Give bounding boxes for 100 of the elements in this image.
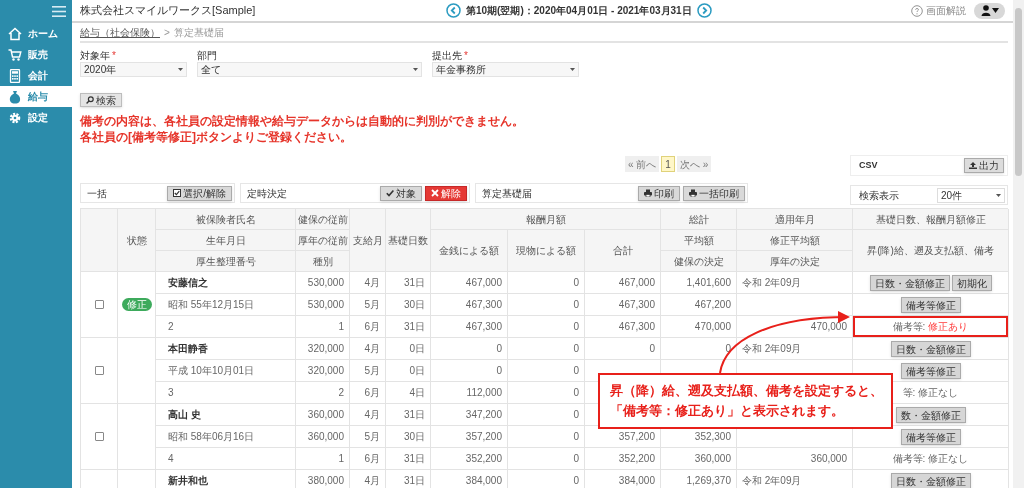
column-header: 健保の従前 <box>296 209 350 230</box>
search-icon <box>86 96 94 104</box>
scrollbar[interactable] <box>1013 0 1024 488</box>
help-link[interactable]: 画面解説 <box>911 3 966 18</box>
panel-label: 定時決定 <box>247 186 288 201</box>
table-cell: 令和 2年09月 <box>737 272 853 294</box>
table-cell: 0 <box>508 338 585 360</box>
table-cell: 6月 <box>350 316 386 338</box>
checkbox[interactable] <box>94 366 104 375</box>
checkbox[interactable] <box>94 432 104 441</box>
toolbar-button[interactable]: 対象 <box>380 185 422 201</box>
remark-text: 備考等: 修正なし <box>892 452 969 466</box>
field-label: 対象年 <box>80 48 110 63</box>
toolbar-button[interactable]: 印刷 <box>638 185 680 201</box>
table-cell: 0 <box>585 338 661 360</box>
user-menu-button[interactable] <box>974 2 1005 19</box>
table-cell: 0 <box>508 316 585 338</box>
breadcrumb-link[interactable]: 給与（社会保険） <box>80 24 160 40</box>
row-button[interactable]: 日数・金額修正 <box>869 274 950 291</box>
panel-label: 算定基礎届 <box>482 186 533 201</box>
column-header: 基礎日数、報酬月額修正 <box>853 209 1009 230</box>
chevron-left-icon[interactable] <box>446 3 461 18</box>
dropdown[interactable]: 20件 <box>937 187 1005 203</box>
column-header: 状態 <box>118 209 156 272</box>
table-cell: 1,269,370 <box>661 470 737 488</box>
money-bag-icon <box>8 89 22 104</box>
toolbar-button[interactable]: 解除 <box>425 185 467 201</box>
table-cell: 31日 <box>386 470 431 488</box>
table-cell: 0 <box>508 470 585 488</box>
table-cell: 30日 <box>386 294 431 316</box>
nav-item[interactable]: 販売 <box>0 44 72 65</box>
table-cell: 352,200 <box>585 448 661 470</box>
table-cell: 467,000 <box>431 272 508 294</box>
page-button[interactable]: 1 <box>661 156 675 172</box>
nav-item[interactable]: ホーム <box>0 23 72 44</box>
table-cell: 360,000 <box>661 448 737 470</box>
table-cell: 新井和也 <box>156 470 296 488</box>
row-button[interactable]: 初期化 <box>951 274 992 291</box>
nav-item[interactable]: 会計 <box>0 65 72 86</box>
nav-item[interactable]: 給与 <box>0 86 72 107</box>
row-button[interactable]: 日数・金額修正 <box>890 340 971 357</box>
column-header: 厚年の決定 <box>737 251 853 272</box>
table-cell: 380,000 <box>296 470 350 488</box>
table-cell: 467,300 <box>585 316 661 338</box>
table-cell: 467,000 <box>585 272 661 294</box>
caret-icon <box>991 8 999 13</box>
breadcrumb-separator: > <box>164 25 170 40</box>
home-icon <box>8 26 22 41</box>
column-header: 合計 <box>585 230 661 272</box>
calculator-icon <box>8 68 22 83</box>
panel-label: 検索表示 <box>859 188 900 203</box>
chevron-right-icon[interactable] <box>696 3 712 18</box>
table-cell: 0 <box>508 426 585 448</box>
table-cell: 467,300 <box>585 294 661 316</box>
column-header: 現物による額 <box>508 230 585 272</box>
table-cell: 昭和 55年12月15日 <box>156 294 296 316</box>
status-badge: 修正 <box>121 298 152 311</box>
table-cell: 467,300 <box>431 316 508 338</box>
caret-icon <box>413 68 418 71</box>
dropdown[interactable]: 2020年 <box>80 62 187 77</box>
table-cell: 357,200 <box>431 426 508 448</box>
search-button[interactable]: 検索 <box>80 93 122 107</box>
caret-icon <box>996 193 1001 197</box>
table-cell: 5月 <box>350 294 386 316</box>
toolbar-button[interactable]: 選択/解除 <box>167 185 232 201</box>
nav-item[interactable]: 設定 <box>0 107 72 128</box>
page-button[interactable]: « 前へ <box>625 156 660 172</box>
table-cell: 4日 <box>386 382 431 404</box>
table-cell: 530,000 <box>296 294 350 316</box>
table-cell: 1 <box>296 316 350 338</box>
table-cell: 360,000 <box>296 426 350 448</box>
table-cell: 1 <box>296 448 350 470</box>
column-header: 支給月 <box>350 209 386 272</box>
menu-icon[interactable] <box>52 6 66 17</box>
dropdown[interactable]: 全て <box>197 62 422 77</box>
row-button[interactable]: 日数・金額修正 <box>890 472 971 488</box>
table-cell: 0 <box>431 338 508 360</box>
field-label: 提出先 <box>432 48 462 63</box>
dropdown[interactable]: 年金事務所 <box>432 62 579 77</box>
table-cell: 0 <box>508 360 585 382</box>
checkbox[interactable] <box>94 300 104 309</box>
table-cell: 1,401,600 <box>661 272 737 294</box>
export-button[interactable]: 出力 <box>964 158 1004 173</box>
fiscal-period: 第10期(翌期)：2020年04月01日 - 2021年03月31日 <box>466 4 692 18</box>
table-cell: 0 <box>508 448 585 470</box>
table-cell: 30日 <box>386 426 431 448</box>
company-name: 株式会社スマイルワークス[Sample] <box>80 3 257 19</box>
callout-text: 昇（降）給、遡及支払額、備考を設定すると、 <box>610 382 884 400</box>
toolbar-button[interactable]: 一括印刷 <box>683 185 745 201</box>
row-button[interactable]: 備考等修正 <box>900 362 961 379</box>
row-button[interactable]: 備考等修正 <box>900 296 961 313</box>
checkbox-icon <box>173 189 182 197</box>
row-button[interactable]: 備考等修正 <box>900 428 961 445</box>
page-button[interactable]: 次へ » <box>676 156 712 172</box>
upload-icon <box>969 162 977 169</box>
column-header: 金銭による額 <box>431 230 508 272</box>
column-header: 厚生整理番号 <box>156 251 296 272</box>
table-cell: 昭和 58年06月16日 <box>156 426 296 448</box>
table-cell: 0日 <box>386 360 431 382</box>
row-button[interactable]: 数・金額修正 <box>895 406 966 423</box>
